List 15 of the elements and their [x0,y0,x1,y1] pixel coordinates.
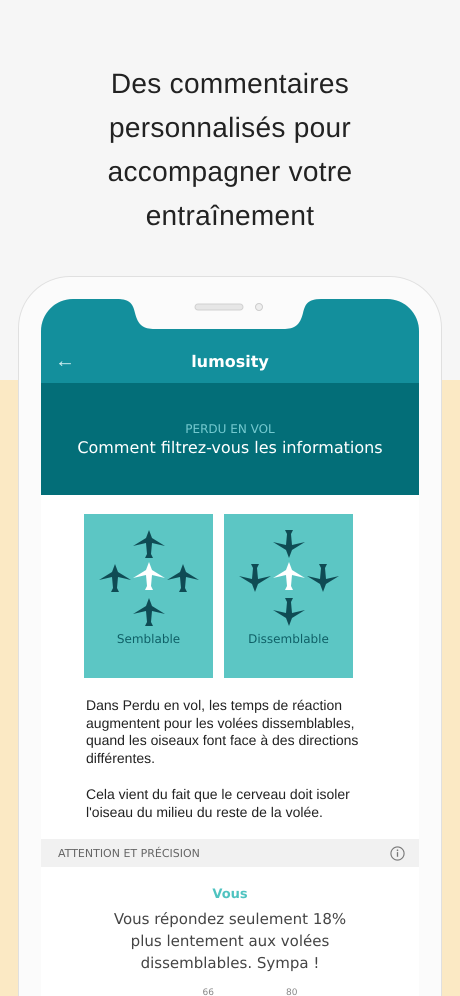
back-button[interactable]: ← [55,350,75,373]
app-title: lumosity [190,352,270,371]
game-name: PERDU EN VOL [185,422,275,436]
banner-title: Comment filtrez-vous les informations [77,438,383,456]
info-icon[interactable] [390,846,405,860]
flock-label: Semblable [116,632,180,646]
explanation-text: Dans Perdu en vol, les temps de réaction augmentent pour les volées dissemblables, quand les oiseaux font face à des directions différentes. [86,697,360,767]
section-title: ATTENTION ET PRÉCISION [58,846,200,860]
scale-label: 66 [202,988,214,996]
flock-label: Dissemblable [248,632,329,646]
headline: Des commentaires personnalisés pour accompagner votre entraînement [108,67,352,233]
result-text: Vous répondez seulement 18% plus lentement aux volées dissemblables. Sympa ! [112,909,348,974]
explanation-text: Cela vient du fait que le cerveau doit isoler l'oiseau du milieu du reste de la volée. [86,786,351,821]
result-heading: Vous [212,887,248,902]
scale-label: 80 [286,988,298,996]
